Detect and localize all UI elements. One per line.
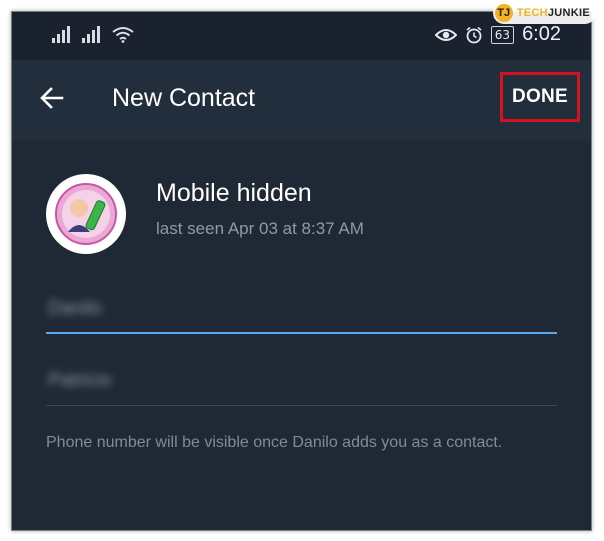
first-name-field[interactable]: Danilo	[46, 288, 557, 334]
eye-icon	[434, 28, 457, 41]
done-button[interactable]: DONE	[500, 72, 580, 122]
page-title: New Contact	[112, 84, 256, 112]
last-name-underline	[46, 405, 557, 406]
watermark-logo: TJ	[494, 4, 513, 22]
first-name-underline	[46, 332, 557, 334]
last-name-field[interactable]: Patricio	[46, 360, 557, 406]
clock: 6:02	[522, 23, 561, 45]
contact-name: Mobile hidden	[156, 179, 312, 207]
watermark-text-rest: JUNKIE	[547, 7, 590, 19]
first-name-value: Danilo	[48, 298, 102, 319]
watermark-text: TECHJUNKIE	[517, 7, 590, 19]
watermark: TJ TECHJUNKIE	[492, 2, 596, 24]
app-screen: 63 6:02 New Contact DONE Mobile hidden l…	[11, 11, 592, 531]
visibility-note: Phone number will be visible once Danilo…	[46, 434, 503, 451]
arrow-left-icon[interactable]	[38, 84, 66, 112]
app-bar: New Contact DONE	[12, 60, 591, 140]
watermark-text-accent: TECH	[516, 7, 548, 19]
wifi-icon	[112, 27, 134, 43]
last-name-value: Patricio	[48, 370, 112, 391]
signal-icon	[52, 26, 70, 43]
battery-indicator: 63	[490, 25, 515, 44]
social-distance-sticker-icon	[47, 175, 125, 253]
status-right: 63 6:02	[434, 23, 561, 46]
status-left	[52, 26, 134, 43]
signal-icon-2	[82, 26, 100, 43]
alarm-icon	[466, 26, 482, 43]
avatar[interactable]	[46, 174, 126, 254]
last-seen: last seen Apr 03 at 8:37 AM	[156, 219, 364, 238]
